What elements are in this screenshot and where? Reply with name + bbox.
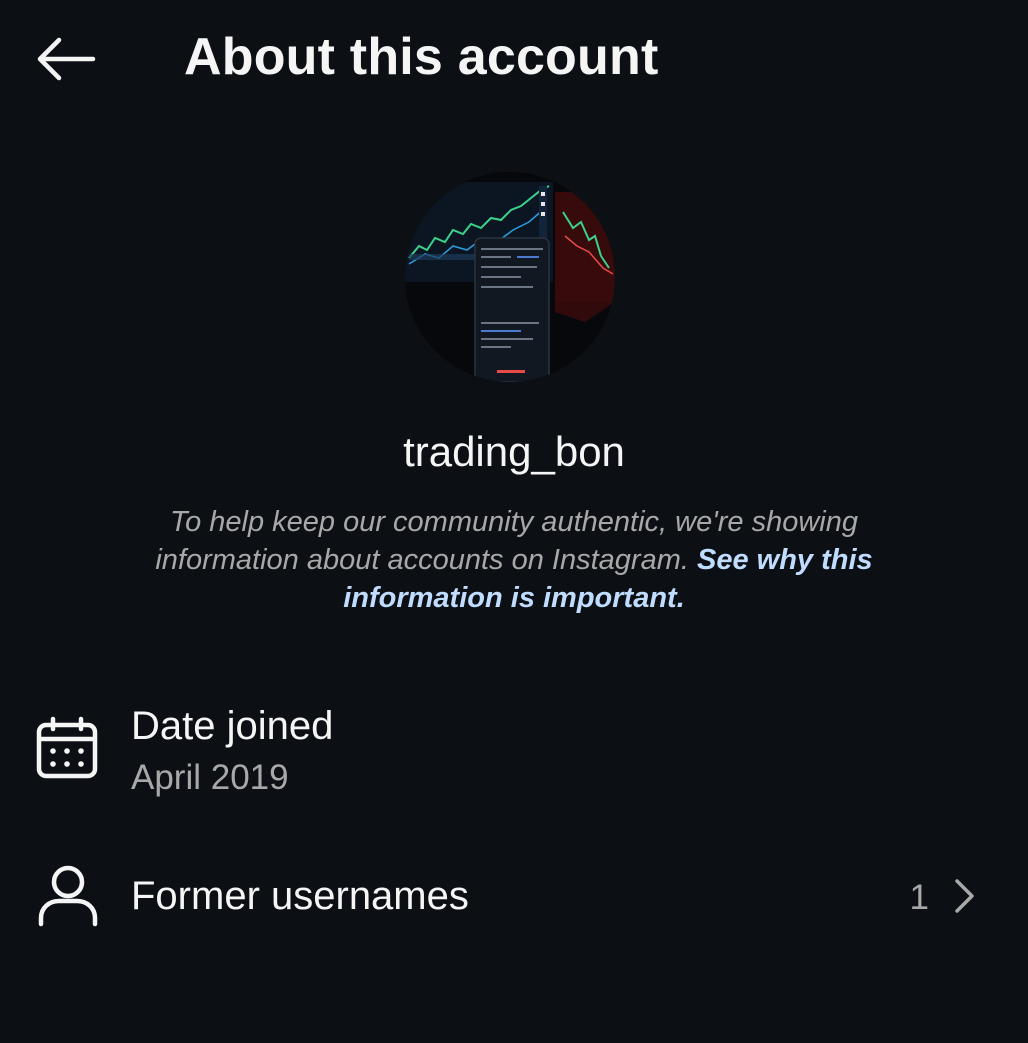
chevron-right-icon [955,879,974,913]
date-joined-row: Date joined April 2019 [0,690,1028,810]
date-joined-label: Date joined [131,704,334,748]
arrow-left-icon [37,37,96,81]
info-text: To help keep our community authentic, we… [100,503,928,617]
former-usernames-label: Former usernames [131,874,469,918]
calendar-icon [36,716,98,779]
former-usernames-count: 1 [909,878,929,917]
username: trading_bon [403,428,625,475]
date-joined-value: April 2019 [131,758,289,797]
avatar[interactable] [405,172,615,382]
header: About this account [0,0,1028,120]
back-button[interactable] [30,28,102,90]
page-title: About this account [184,28,659,86]
former-usernames-row[interactable]: Former usernames 1 [0,850,1028,950]
person-icon [38,865,98,927]
